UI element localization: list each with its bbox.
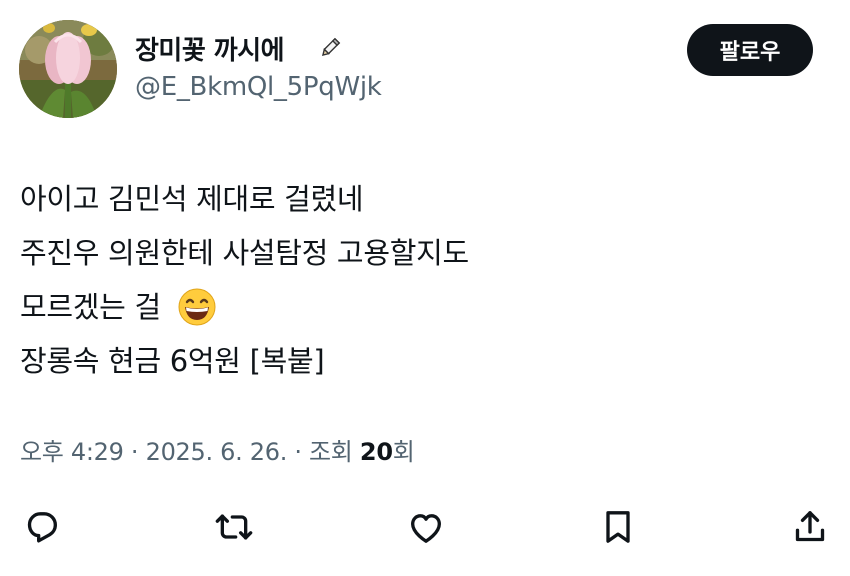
- tweet-line-text: 아이고 김민석 제대로 걸렸네: [20, 182, 364, 216]
- avatar[interactable]: [19, 20, 117, 118]
- share-icon[interactable]: [789, 506, 831, 548]
- tweet-meta: 오후 4:29 · 2025. 6. 26. · 조회 20회: [20, 432, 415, 467]
- tweet-line: 아이고 김민석 제대로 걸렸네: [20, 172, 469, 226]
- tweet-date[interactable]: 2025. 6. 26.: [146, 438, 288, 466]
- tweet-line-text: 주진우 의원한테 사설탐정 고용할지도: [20, 236, 469, 270]
- follow-button[interactable]: 팔로우: [687, 24, 813, 76]
- bookmark-icon[interactable]: [597, 506, 639, 548]
- separator: ·: [287, 438, 310, 466]
- views-count: 20: [359, 438, 393, 466]
- like-icon[interactable]: [405, 506, 447, 548]
- tweet-time[interactable]: 오후 4:29: [20, 438, 124, 466]
- tweet-line: 주진우 의원한테 사설탐정 고용할지도: [20, 226, 469, 280]
- tweet-line: 모르겠는 걸: [20, 280, 469, 334]
- display-name[interactable]: 장미꽃 까시에: [135, 30, 285, 67]
- tweet-text: 아이고 김민석 제대로 걸렸네 주진우 의원한테 사설탐정 고용할지도 모르겠는…: [20, 172, 469, 388]
- separator: ·: [123, 438, 146, 466]
- grinning-face-emoji-icon: [177, 287, 217, 327]
- avatar-tulip-image: [19, 20, 117, 118]
- tweet-line: 장롱속 현금 6억원 [복붙]: [20, 334, 469, 388]
- tweet-line-text: 모르겠는 걸: [20, 290, 161, 324]
- user-handle[interactable]: @E_BkmQl_5PqWjk: [135, 72, 382, 102]
- retweet-icon[interactable]: [213, 506, 255, 548]
- views-label: 조회: [309, 438, 360, 466]
- pencil-icon: [318, 36, 342, 60]
- reply-icon[interactable]: [21, 506, 63, 548]
- views-suffix: 회: [392, 438, 415, 466]
- tweet-line-text: 장롱속 현금 6억원 [복붙]: [20, 344, 325, 378]
